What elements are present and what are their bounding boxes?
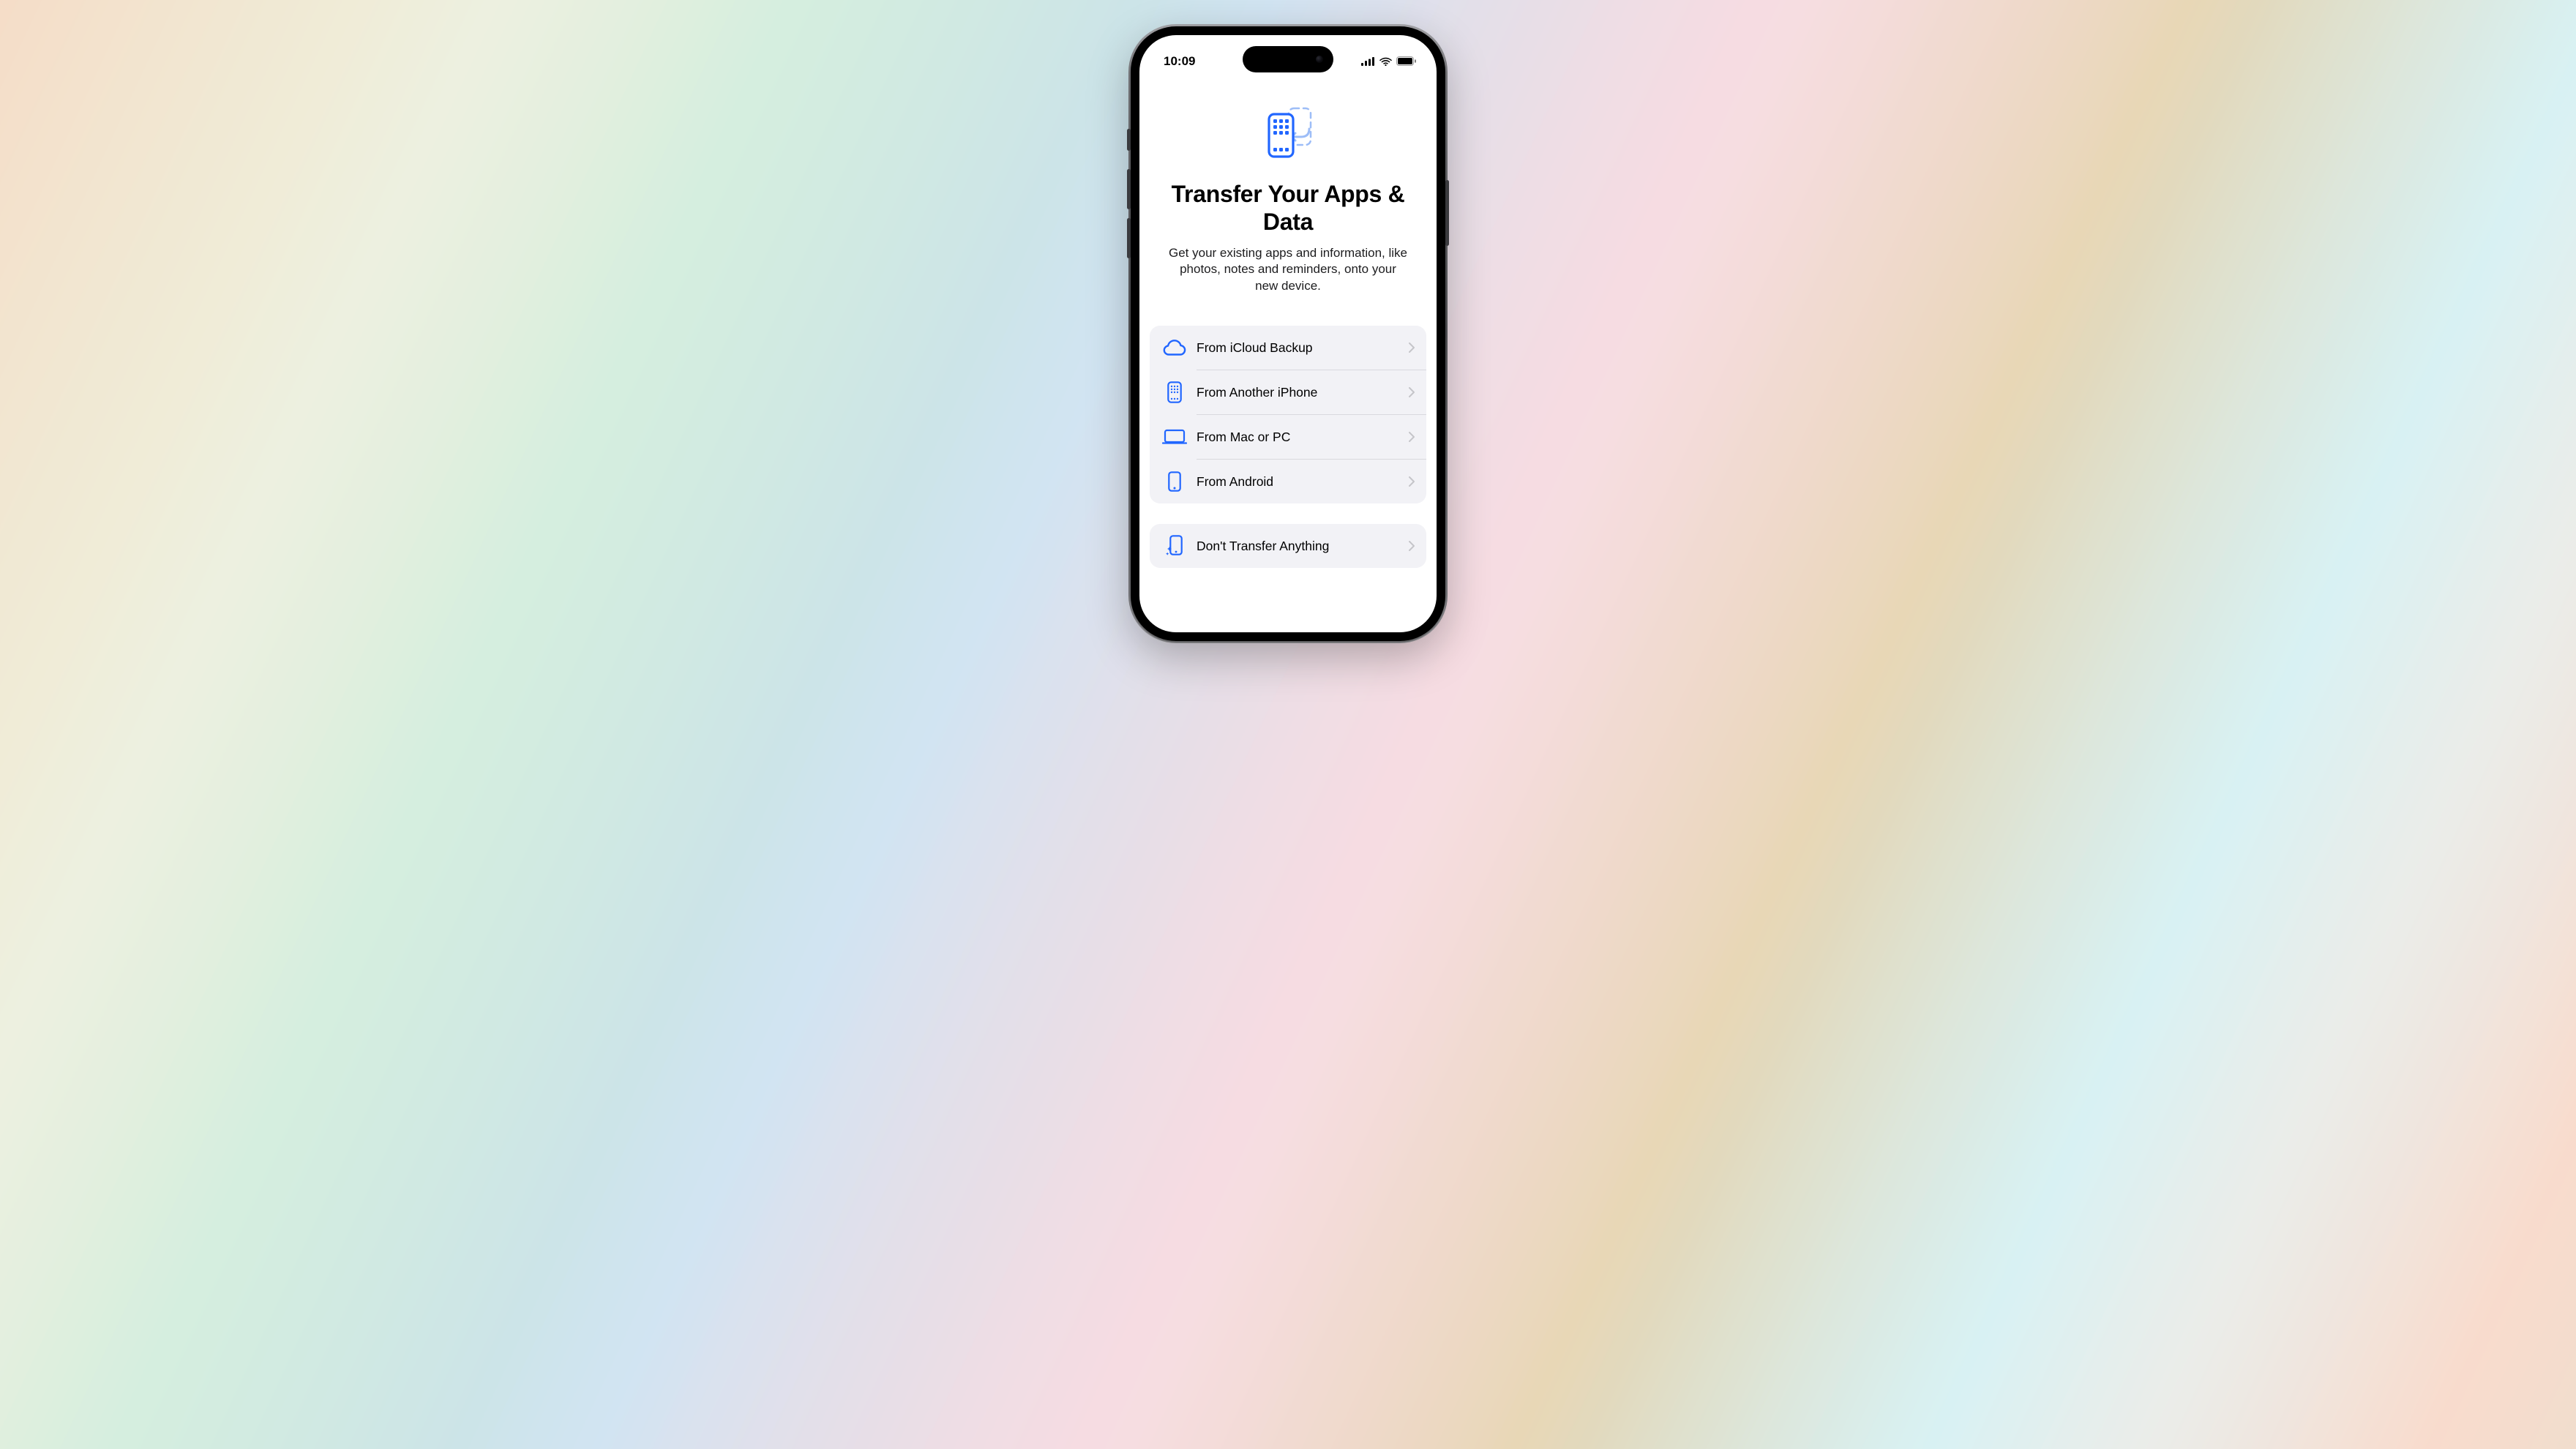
status-indicators <box>1361 56 1416 66</box>
volume-up-button <box>1127 169 1131 209</box>
battery-icon <box>1396 56 1416 66</box>
option-mac-or-pc[interactable]: From Mac or PC <box>1150 415 1426 459</box>
option-label: From iCloud Backup <box>1188 340 1409 356</box>
wifi-icon <box>1379 57 1392 66</box>
chevron-right-icon <box>1409 432 1415 442</box>
chevron-right-icon <box>1409 387 1415 397</box>
transfer-options-list: From iCloud Backup <box>1150 326 1426 503</box>
laptop-icon <box>1161 429 1188 445</box>
content: Transfer Your Apps & Data Get your exist… <box>1139 76 1437 568</box>
sparkle-phone-icon <box>1161 535 1188 557</box>
skip-option-list: Don't Transfer Anything <box>1150 524 1426 568</box>
cloud-icon <box>1161 340 1188 356</box>
mute-switch <box>1127 129 1131 151</box>
chevron-right-icon <box>1409 342 1415 353</box>
side-button <box>1445 180 1449 246</box>
option-dont-transfer[interactable]: Don't Transfer Anything <box>1150 524 1426 568</box>
option-another-iphone[interactable]: From Another iPhone <box>1150 370 1426 414</box>
chevron-right-icon <box>1409 541 1415 551</box>
phone-icon <box>1161 471 1188 492</box>
screen: 10:09 <box>1139 35 1437 632</box>
page-title: Transfer Your Apps & Data <box>1150 181 1426 236</box>
transfer-hero-icon <box>1257 104 1319 169</box>
option-label: From Android <box>1188 474 1409 490</box>
option-label: From Mac or PC <box>1188 430 1409 445</box>
iphone-frame: 10:09 <box>1131 26 1445 641</box>
volume-down-button <box>1127 218 1131 258</box>
option-label: From Another iPhone <box>1188 385 1409 400</box>
page-subtitle: Get your existing apps and information, … <box>1150 245 1426 296</box>
status-time: 10:09 <box>1164 54 1195 69</box>
option-android[interactable]: From Android <box>1150 460 1426 503</box>
cellular-icon <box>1361 57 1375 66</box>
chevron-right-icon <box>1409 476 1415 487</box>
option-icloud-backup[interactable]: From iCloud Backup <box>1150 326 1426 370</box>
iphone-icon <box>1161 381 1188 403</box>
dynamic-island <box>1243 46 1333 72</box>
option-label: Don't Transfer Anything <box>1188 539 1409 554</box>
